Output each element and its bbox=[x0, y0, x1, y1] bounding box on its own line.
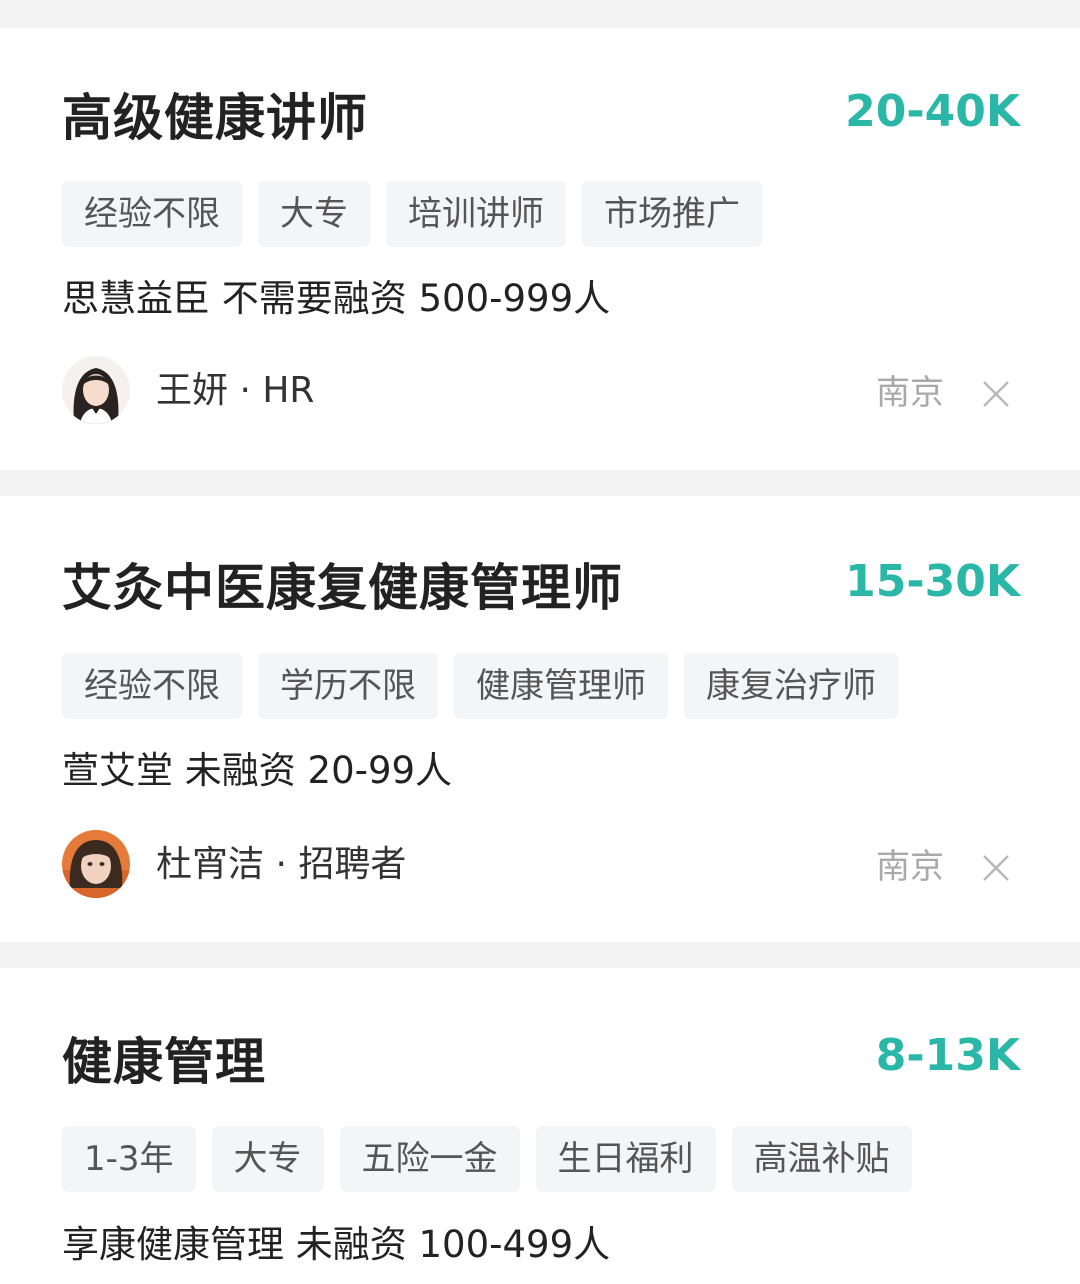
job-tag: 大专 bbox=[211, 1126, 324, 1192]
close-icon[interactable] bbox=[980, 852, 1012, 884]
job-card[interactable]: 高级健康讲师 20-40K 经验不限 大专 培训讲师 市场推广 思慧益臣 不需要… bbox=[0, 28, 1080, 470]
company-info: 思慧益臣 不需要融资 500-999人 bbox=[62, 277, 611, 320]
job-tag: 大专 bbox=[258, 181, 370, 247]
recruiter-avatar bbox=[62, 830, 130, 898]
recruiter-name: 杜宵洁 · 招聘者 bbox=[156, 844, 407, 885]
job-tag: 健康管理师 bbox=[454, 653, 668, 719]
salary-range: 20-40K bbox=[845, 86, 1020, 137]
job-tag: 1-3年 bbox=[62, 1126, 196, 1192]
job-tag: 培训讲师 bbox=[386, 181, 566, 247]
close-icon[interactable] bbox=[980, 378, 1012, 410]
job-city: 南京 bbox=[876, 373, 944, 413]
job-tags: 经验不限 大专 培训讲师 市场推广 bbox=[62, 181, 762, 247]
job-title: 艾灸中医康复健康管理师 bbox=[62, 559, 623, 617]
job-city: 南京 bbox=[876, 847, 944, 887]
job-card[interactable]: 艾灸中医康复健康管理师 15-30K 经验不限 学历不限 健康管理师 康复治疗师… bbox=[0, 496, 1080, 942]
job-tag: 高温补贴 bbox=[731, 1126, 912, 1192]
company-info: 萱艾堂 未融资 20-99人 bbox=[62, 749, 453, 792]
job-tag: 经验不限 bbox=[62, 653, 242, 719]
company-info: 享康健康管理 未融资 100-499人 bbox=[62, 1223, 611, 1266]
job-title: 高级健康讲师 bbox=[62, 89, 368, 147]
job-tag: 康复治疗师 bbox=[684, 653, 898, 719]
job-tags: 经验不限 学历不限 健康管理师 康复治疗师 bbox=[62, 653, 898, 719]
job-tag: 经验不限 bbox=[62, 181, 242, 247]
recruiter-avatar bbox=[62, 356, 130, 424]
salary-range: 8-13K bbox=[875, 1030, 1020, 1081]
job-title: 健康管理 bbox=[62, 1033, 266, 1091]
job-tag: 学历不限 bbox=[258, 653, 438, 719]
job-tag: 五险一金 bbox=[339, 1126, 520, 1192]
job-tag: 生日福利 bbox=[535, 1126, 716, 1192]
job-card[interactable]: 健康管理 8-13K 1-3年 大专 五险一金 生日福利 高温补贴 享康健康管理… bbox=[0, 968, 1080, 1284]
recruiter-name: 王妍 · HR bbox=[156, 370, 315, 411]
job-tags: 1-3年 大专 五险一金 生日福利 高温补贴 bbox=[62, 1126, 912, 1192]
job-tag: 市场推广 bbox=[582, 181, 762, 247]
salary-range: 15-30K bbox=[845, 556, 1020, 607]
